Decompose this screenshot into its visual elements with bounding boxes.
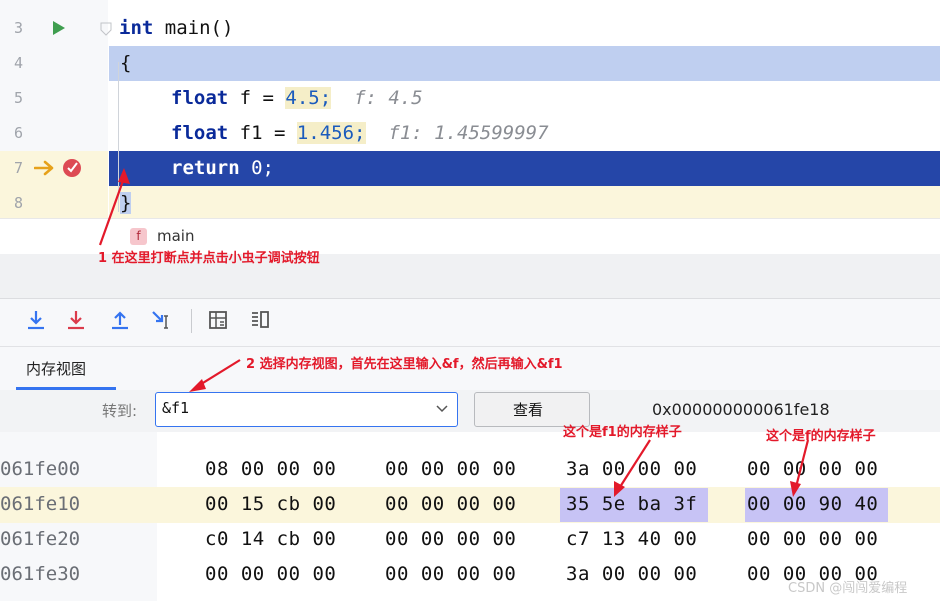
watermark: CSDN @闯闯爱编程 bbox=[788, 581, 908, 596]
annotation-3: 这个是f1的内存样子 bbox=[563, 425, 682, 440]
annotation-1: 1 在这里打断点并点击小虫子调试按钮 bbox=[98, 251, 320, 266]
annotation-arrows bbox=[98, 168, 810, 497]
annotation-2: 2 选择内存视图，首先在这里输入&f，然后再输入&f1 bbox=[246, 357, 563, 372]
annotation-4: 这个是f的内存样子 bbox=[766, 429, 876, 444]
